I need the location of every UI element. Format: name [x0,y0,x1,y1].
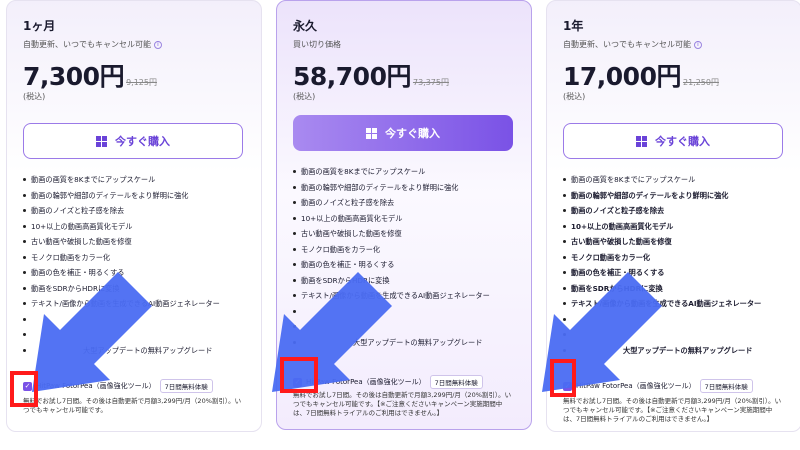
feature-item [563,315,787,331]
price-amount: 58,700円 [293,62,411,91]
highlight-box-right [550,359,576,397]
addon-label: HitPaw FotorPea（画像強化ツール） [36,382,156,390]
feature-item: 10+以上の動画高画質化モデル [563,222,787,238]
feature-item: 動画の画質を8Kまでにアップスケール [563,175,787,191]
feature-item: 動画をSDRからHDRに変換 [23,284,247,300]
trial-badge: 7日間無料体験 [159,379,213,393]
feature-list: 動画の画質を8Kまでにアップスケール 動画の輪郭や細部のディテールをより鮮明に強… [563,175,787,362]
plan-price: 58,700円 73,375円 [293,57,449,93]
windows-icon [96,135,107,147]
plan-subtitle: 自動更新、いつでもキャンセル可能 i [23,39,162,50]
buy-label: 今すぐ購入 [655,135,710,148]
feature-item: モノクロ動画をカラー化 [293,245,517,261]
tax-note: (税込) [563,92,586,101]
feature-list: 動画の画質を8Kまでにアップスケール 動画の輪郭や細部のディテールをより鮮明に強… [293,167,517,354]
feature-item: 動画の輪郭や細部のディテールをより鮮明に強化 [23,191,247,207]
feature-item: テキスト/画像から動画を生成できるAI動画ジェネレーター [563,299,787,315]
price-amount: 17,000円 [563,62,681,91]
buy-now-button[interactable]: 今すぐ購入 [23,123,243,159]
trial-badge: 7日間無料体験 [699,379,753,393]
feature-item: 10+以上の動画高画質化モデル [23,222,247,238]
feature-item: 動画の輪郭や細部のディテールをより鮮明に強化 [293,183,517,199]
feature-item: 動画をSDRからHDRに変換 [293,276,517,292]
feature-item: 動画の色を補正・明るくする [23,268,247,284]
trial-note: 無料でお試し7日間。その後は自動更新で月額3,299円/月（20%割引）。いつで… [293,391,512,417]
info-icon[interactable]: i [154,40,162,49]
feature-item: 古い動画や破損した動画を修復 [563,237,787,253]
plan-subtitle-text: 自動更新、いつでもキャンセル可能 [23,40,151,49]
plan-price: 17,000円 21,250円 [563,57,719,93]
feature-item: 動画のノイズと粒子感を除去 [563,206,787,222]
trial-note: 無料でお試し7日間。その後は自動更新で月額3,299円/月（20%割引）。いつで… [23,397,242,414]
addon-row[interactable]: ✓ HitPaw FotorPea（画像強化ツール） 7日間無料体験 [23,379,213,393]
feature-item: 動画のノイズと粒子感を除去 [23,206,247,222]
feature-item [563,330,787,346]
trial-note: 無料でお試し7日間。その後は自動更新で月額3,299円/月（20%割引）。いつで… [563,397,782,423]
plan-card-monthly: 1ヶ月 自動更新、いつでもキャンセル可能 i 7,300円 9,125円 (税込) … [6,0,262,432]
highlight-box-left [10,371,38,407]
plan-card-yearly: 1年 自動更新、いつでもキャンセル可能 i 17,000円 21,250円 (税込)… [546,0,800,432]
feature-item: 動画の色を補正・明るくする [563,268,787,284]
feature-item: 動画の輪郭や細部のディテールをより鮮明に強化 [563,191,787,207]
feature-item: 大型アップデートの無料アップグレード [293,338,517,354]
trial-badge: 7日間無料体験 [429,375,483,389]
feature-item: 動画の色を補正・明るくする [293,260,517,276]
plan-subtitle: 買い切り価格 [293,40,341,49]
original-price: 21,250円 [682,78,719,87]
plan-price: 7,300円 9,125円 [23,57,157,93]
addon-row[interactable]: ✓ HitPaw FotorPea（画像強化ツール） 7日間無料体験 [563,379,753,393]
feature-item [23,330,247,346]
addon-label: HitPaw FotorPea（画像強化ツール） [576,382,696,390]
feature-item: 動画のノイズと粒子感を除去 [293,198,517,214]
feature-item: 動画の画質を8Kまでにアップスケール [293,167,517,183]
buy-label: 今すぐ購入 [385,127,440,140]
feature-item [23,315,247,331]
feature-item: モノクロ動画をカラー化 [23,253,247,269]
buy-now-button[interactable]: 今すぐ購入 [563,123,783,159]
plan-name: 永久 [293,19,318,33]
feature-item: 古い動画や破損した動画を修復 [23,237,247,253]
feature-list: 動画の画質を8Kまでにアップスケール 動画の輪郭や細部のディテールをより鮮明に強… [23,175,247,362]
feature-item [293,322,517,338]
feature-item: 動画をSDRからHDRに変換 [563,284,787,300]
addon-row[interactable]: ✓ HitPaw FotorPea（画像強化ツール） 7日間無料体験 [293,375,483,389]
tax-note: (税込) [23,92,46,101]
buy-label: 今すぐ購入 [115,135,170,148]
price-amount: 7,300円 [23,62,125,91]
buy-now-button[interactable]: 今すぐ購入 [293,115,513,151]
feature-item: 大型アップデートの無料アップグレード [563,346,787,362]
windows-icon [636,135,647,147]
tax-note: (税込) [293,92,316,101]
info-icon[interactable]: i [694,40,702,49]
plan-subtitle: 自動更新、いつでもキャンセル可能 i [563,39,702,50]
feature-item: 10+以上の動画高画質化モデル [293,214,517,230]
windows-icon [366,127,377,139]
original-price: 73,375円 [412,78,449,87]
highlight-box-middle [280,357,318,393]
feature-item [293,307,517,323]
feature-item: 動画の画質を8Kまでにアップスケール [23,175,247,191]
plan-name: 1年 [563,19,584,33]
plan-subtitle-text: 自動更新、いつでもキャンセル可能 [563,40,691,49]
feature-item: 大型アップデートの無料アップグレード [23,346,247,362]
feature-item: 古い動画や破損した動画を修復 [293,229,517,245]
original-price: 9,125円 [126,78,157,87]
addon-label: HitPaw FotorPea（画像強化ツール） [306,378,426,386]
feature-item: モノクロ動画をカラー化 [563,253,787,269]
feature-item: テキスト/画像から動画を生成できるAI動画ジェネレーター [293,291,517,307]
feature-item: テキスト/画像から動画を生成できるAI動画ジェネレーター [23,299,247,315]
plan-name: 1ヶ月 [23,19,56,33]
